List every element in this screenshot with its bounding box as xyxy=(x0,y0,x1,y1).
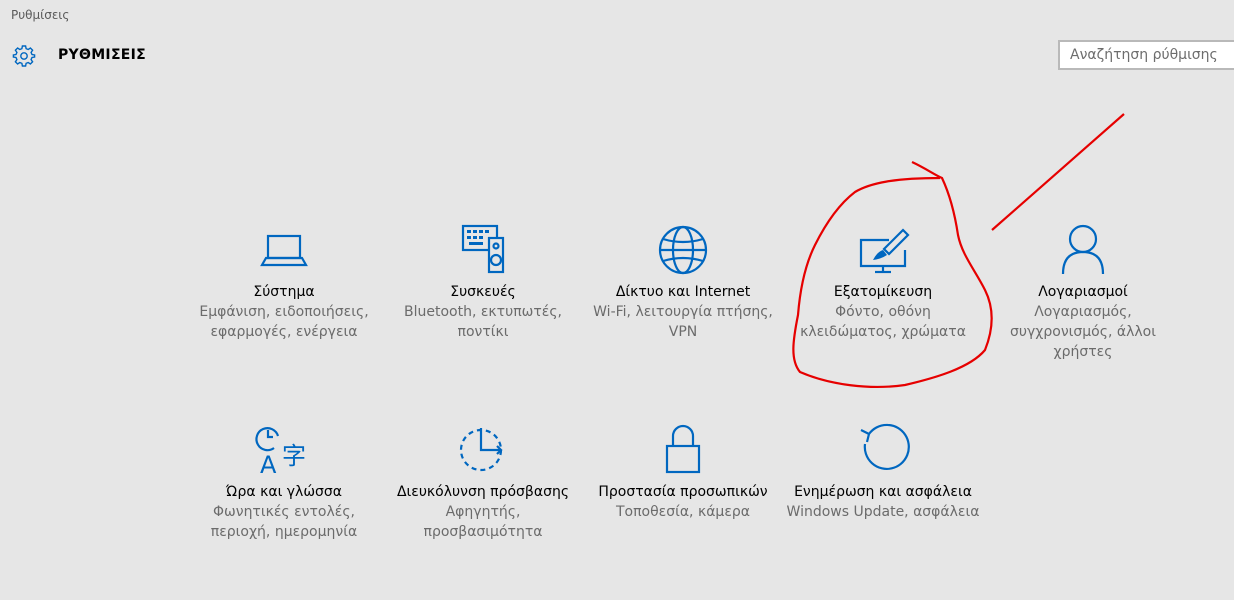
category-ease-of-access[interactable]: Διευκόλυνση πρόσβασης Αφηγητής, προσβασι… xyxy=(385,422,581,542)
update-icon xyxy=(860,423,910,470)
annotation-arrow xyxy=(991,113,1125,231)
paintbrush-monitor-icon xyxy=(859,228,910,274)
category-desc: Φωνητικές εντολές, περιοχή, ημερομηνία xyxy=(210,504,358,540)
category-name: Συσκευές xyxy=(450,284,516,300)
globe-icon xyxy=(658,225,708,275)
page-title: ΡΥΘΜΙΣΕΙΣ xyxy=(58,47,147,63)
category-desc: Τοποθεσία, κάμερα xyxy=(615,504,751,520)
category-desc: Bluetooth, εκτυπωτές, ποντίκι xyxy=(403,304,563,340)
category-network[interactable]: Δίκτυο και Internet Wi-Fi, λειτουργία πτ… xyxy=(585,222,781,342)
lock-icon xyxy=(665,424,701,474)
category-desc: Αφηγητής, προσβασιμότητα xyxy=(423,504,543,540)
category-accounts[interactable]: Λογαριασμοί Λογαριασμός, συγχρονισμός, ά… xyxy=(985,222,1181,362)
ease-of-access-icon xyxy=(459,428,503,472)
svg-text:字: 字 xyxy=(282,442,306,470)
time-language-icon: A 字 xyxy=(255,427,306,479)
laptop-icon xyxy=(260,234,308,267)
category-name: Εξατομίκευση xyxy=(833,284,933,300)
window-title: Ρυθμίσεις xyxy=(11,8,70,22)
category-desc: Λογαριασμός, συγχρονισμός, άλλοι χρήστες xyxy=(1010,304,1156,360)
category-desc: Windows Update, ασφάλεια xyxy=(786,504,980,520)
category-name: Ώρα και γλώσσα xyxy=(225,484,343,500)
gear-icon xyxy=(12,45,36,67)
category-name: Ενημέρωση και ασφάλεια xyxy=(794,484,972,500)
category-name: Προστασία προσωπικών xyxy=(598,484,768,500)
keyboard-speaker-icon xyxy=(461,224,505,274)
category-desc: Wi-Fi, λειτουργία πτήσης, VPN xyxy=(593,304,773,340)
search-input[interactable] xyxy=(1058,40,1234,70)
category-devices[interactable]: Συσκευές Bluetooth, εκτυπωτές, ποντίκι xyxy=(385,222,581,342)
category-desc: Εμφάνιση, ειδοποιήσεις, εφαρμογές, ενέργ… xyxy=(199,304,369,340)
category-name: Σύστημα xyxy=(253,284,315,300)
person-icon xyxy=(1061,224,1105,275)
category-name: Δίκτυο και Internet xyxy=(615,284,751,300)
category-personalization[interactable]: Εξατομίκευση Φόντο, οθόνη κλειδώματος, χ… xyxy=(785,222,981,342)
category-system[interactable]: Σύστημα Εμφάνιση, ειδοποιήσεις, εφαρμογέ… xyxy=(186,222,382,342)
category-name: Διευκόλυνση πρόσβασης xyxy=(396,484,570,500)
category-update-security[interactable]: Ενημέρωση και ασφάλεια Windows Update, α… xyxy=(785,422,981,522)
svg-text:A: A xyxy=(260,451,277,479)
category-name: Λογαριασμοί xyxy=(1038,284,1128,300)
category-desc: Φόντο, οθόνη κλειδώματος, χρώματα xyxy=(800,304,966,340)
category-time-language[interactable]: A 字 Ώρα και γλώσσα Φωνητικές εντολές, πε… xyxy=(186,422,382,542)
category-privacy[interactable]: Προστασία προσωπικών Τοποθεσία, κάμερα xyxy=(585,422,781,522)
